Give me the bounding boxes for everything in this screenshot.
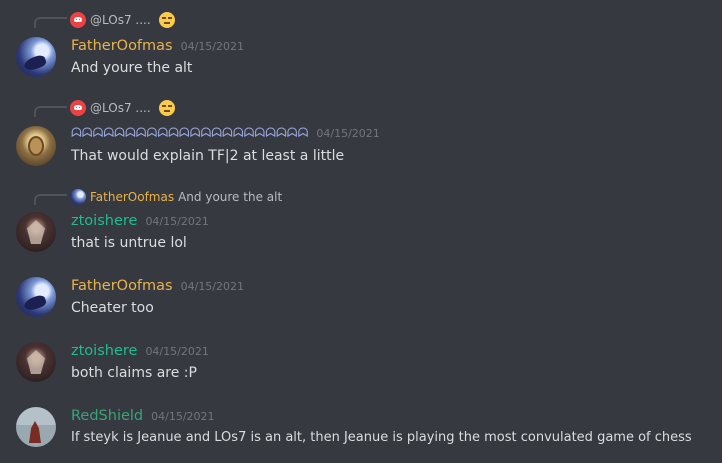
username[interactable]: ztoishere [71, 210, 137, 232]
message-header: ᗣᗣᗣᗣᗣᗣᗣᗣᗣᗣᗣᗣᗣᗣᗣᗣᗣᗣᗣᗣᗣᗣ 04/15/2021 [71, 123, 380, 145]
message-header: RedShield 04/15/2021 [71, 405, 215, 427]
message-content: That would explain TF|2 at least a littl… [71, 148, 345, 164]
avatar-art [27, 220, 45, 244]
timestamp: 04/15/2021 [145, 215, 209, 228]
avatar[interactable] [16, 277, 56, 317]
discord-logo-icon [70, 12, 86, 28]
message-header: FatherOofmas 04/15/2021 [71, 275, 244, 297]
timestamp: 04/15/2021 [145, 345, 209, 358]
message-content: that is untrue lol [71, 235, 187, 251]
avatar[interactable] [16, 407, 56, 447]
discord-logo-icon [70, 100, 86, 116]
message-content: Cheater too [71, 300, 154, 316]
expressionless-face-icon [158, 100, 175, 116]
reply-content[interactable]: And youre the alt [178, 190, 282, 204]
avatar[interactable] [16, 342, 56, 382]
timestamp: 04/15/2021 [316, 127, 380, 140]
message-content: both claims are :P [71, 365, 197, 381]
username[interactable]: ᗣᗣᗣᗣᗣᗣᗣᗣᗣᗣᗣᗣᗣᗣᗣᗣᗣᗣᗣᗣᗣᗣ [71, 123, 308, 145]
expressionless-face-icon [158, 12, 175, 28]
timestamp: 04/15/2021 [151, 410, 215, 423]
avatar[interactable] [16, 212, 56, 252]
username[interactable]: FatherOofmas [71, 275, 173, 297]
reply-preview[interactable]: @LOs7 .... [70, 100, 175, 116]
reply-author-name[interactable]: FatherOofmas [90, 190, 174, 204]
avatar-art [27, 350, 45, 374]
reply-author-name[interactable]: @LOs7 .... [90, 13, 151, 27]
reply-author-name[interactable]: @LOs7 .... [90, 101, 151, 115]
message-header: ztoishere 04/15/2021 [71, 340, 209, 362]
reply-avatar [70, 189, 86, 205]
avatar-art [22, 293, 48, 313]
username[interactable]: RedShield [71, 405, 143, 427]
avatar[interactable] [16, 37, 56, 77]
username[interactable]: ztoishere [71, 340, 137, 362]
avatar[interactable] [16, 126, 56, 166]
timestamp: 04/15/2021 [180, 40, 245, 53]
message-content: And youre the alt [71, 60, 193, 76]
reply-connector [34, 17, 67, 28]
avatar-art [28, 136, 44, 156]
message-header: FatherOofmas 04/15/2021 [71, 35, 244, 57]
reply-connector [34, 106, 67, 117]
avatar-art [22, 53, 48, 73]
message-header: ztoishere 04/15/2021 [71, 210, 209, 232]
timestamp: 04/15/2021 [180, 280, 245, 293]
username[interactable]: FatherOofmas [71, 35, 173, 57]
message-content: If steyk is Jeanue and LOs7 is an alt, t… [71, 430, 692, 445]
reply-connector [34, 194, 67, 205]
avatar-art [29, 421, 41, 443]
reply-preview[interactable]: FatherOofmas And youre the alt [70, 189, 282, 205]
reply-preview[interactable]: @LOs7 .... [70, 12, 175, 28]
